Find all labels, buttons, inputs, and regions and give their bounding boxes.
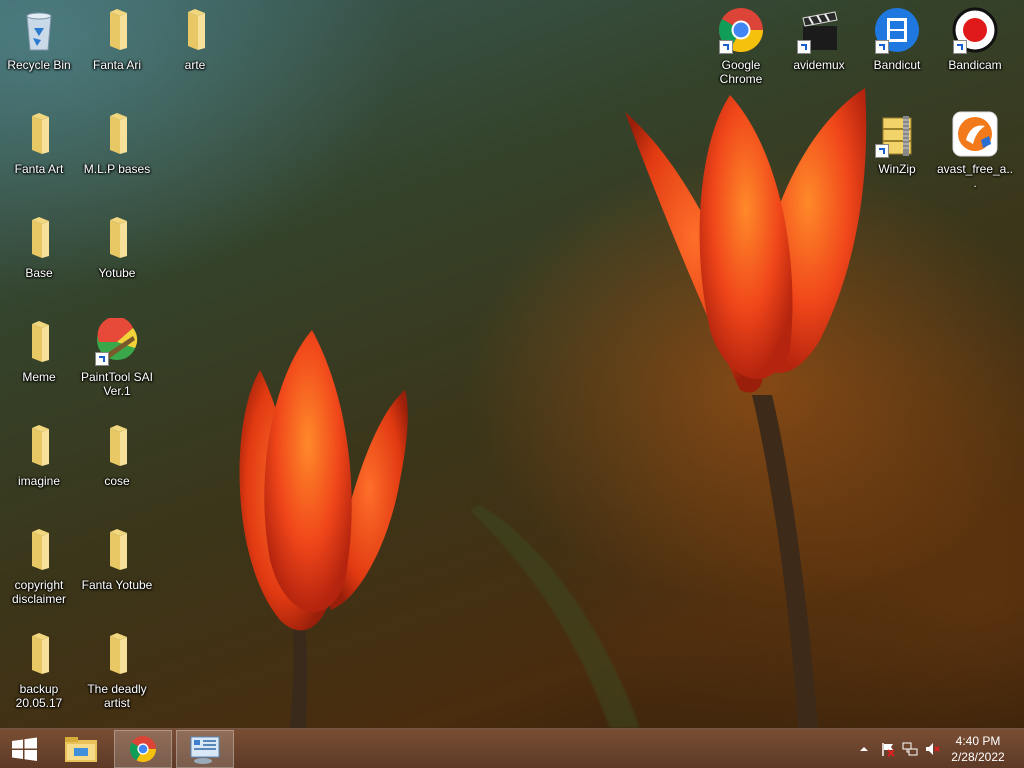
taskbar[interactable]: 4:40 PM 2/28/2022 — [0, 728, 1024, 768]
desktop-icon-bandicut[interactable]: Bandicut — [858, 0, 936, 96]
desktop-icon-label: The deadly artist — [87, 682, 147, 710]
desktop-icon-base[interactable]: Base — [0, 208, 78, 304]
folder-icon — [15, 318, 63, 366]
film-icon — [873, 6, 921, 54]
folder-icon — [171, 6, 219, 54]
desktop-icon-label: M.L.P bases — [83, 162, 151, 176]
clock-time: 4:40 PM — [955, 734, 1001, 748]
desktop-icon-label: avast_free_a... — [936, 162, 1014, 190]
folder-icon — [15, 630, 63, 678]
folder-icon — [15, 422, 63, 470]
folder-icon — [15, 526, 63, 574]
desktop-icon-avidemux[interactable]: avidemux — [780, 0, 858, 96]
folder-icon — [93, 110, 141, 158]
large-tulip — [625, 88, 867, 393]
folder-icon — [93, 526, 141, 574]
network-icon[interactable] — [902, 741, 918, 757]
desktop-icon-painttool-sai[interactable]: PaintTool SAI Ver.1 — [78, 312, 156, 408]
desktop-icon-label: Fanta Ari — [92, 58, 142, 72]
desktop-icon-cose[interactable]: cose — [78, 416, 156, 512]
desktop-icon-backup[interactable]: backup 20.05.17 — [0, 624, 78, 720]
desktop-icon-fanta-yotube[interactable]: Fanta Yotube — [78, 520, 156, 616]
desktop-icon-label: Meme — [22, 370, 56, 384]
desktop-icon-bandicam[interactable]: Bandicam — [936, 0, 1014, 96]
desktop-icon-label: copyright disclaimer — [11, 578, 66, 606]
desktop[interactable]: Recycle Bin Fanta Ari arte Fanta Art M.L… — [0, 0, 1024, 728]
desktop-icon-recycle-bin[interactable]: Recycle Bin — [0, 0, 78, 96]
desktop-icon-winzip[interactable]: WinZip — [858, 104, 936, 200]
shortcut-arrow-icon — [953, 40, 967, 54]
desktop-icon-label: Fanta Art — [14, 162, 64, 176]
desktop-icon-label: PaintTool SAI Ver.1 — [80, 370, 154, 398]
shortcut-arrow-icon — [875, 144, 889, 158]
desktop-icon-label: Yotube — [98, 266, 136, 280]
desktop-icon-fanta-ari[interactable]: Fanta Ari — [78, 0, 156, 96]
chrome-icon — [717, 6, 765, 54]
desktop-icon-label: backup 20.05.17 — [15, 682, 63, 710]
desktop-icon-arte[interactable]: arte — [156, 0, 234, 96]
desktop-icon-label: imagine — [17, 474, 61, 488]
desktop-icon-label: Bandicam — [948, 58, 1002, 72]
file-explorer-icon — [65, 737, 97, 762]
folder-icon — [93, 214, 141, 262]
desktop-icon-label: avidemux — [793, 58, 845, 72]
shortcut-arrow-icon — [719, 40, 733, 54]
desktop-icon-meme[interactable]: Meme — [0, 312, 78, 408]
recycle-bin-icon — [15, 6, 63, 54]
desktop-icon-yotube[interactable]: Yotube — [78, 208, 156, 304]
record-icon — [951, 6, 999, 54]
painttool-sai-icon — [93, 316, 141, 366]
folder-icon — [93, 6, 141, 54]
desktop-icon-label: Bandicut — [873, 58, 921, 72]
folder-icon — [93, 630, 141, 678]
desktop-icon-mlp-bases[interactable]: M.L.P bases — [78, 104, 156, 200]
desktop-icon-google-chrome[interactable]: Google Chrome — [702, 0, 780, 96]
desktop-icon-imagine[interactable]: imagine — [0, 416, 78, 512]
desktop-icon-label: Fanta Yotube — [81, 578, 153, 592]
desktop-icon-the-deadly-artist[interactable]: The deadly artist — [78, 624, 156, 720]
desktop-icon-label: arte — [184, 58, 206, 72]
start-button[interactable] — [0, 730, 48, 768]
desktop-icon-copyright-disclaimer[interactable]: copyright disclaimer — [0, 520, 78, 616]
taskbar-chrome[interactable] — [114, 730, 172, 768]
folder-icon — [15, 110, 63, 158]
desktop-icon-label: Google Chrome — [719, 58, 763, 86]
taskbar-control-panel[interactable] — [176, 730, 234, 768]
chrome-icon — [129, 736, 157, 763]
folder-icon — [15, 214, 63, 262]
avast-icon — [951, 110, 999, 158]
shortcut-arrow-icon — [875, 40, 889, 54]
zip-icon — [873, 110, 921, 158]
control-panel-icon — [190, 736, 220, 764]
desktop-icon-label: WinZip — [878, 162, 916, 176]
shortcut-arrow-icon — [797, 40, 811, 54]
clock[interactable]: 4:40 PM 2/28/2022 — [938, 733, 1018, 765]
desktop-icon-avast[interactable]: avast_free_a... — [936, 104, 1014, 200]
show-hidden-icons-icon[interactable] — [856, 741, 872, 757]
system-tray: 4:40 PM 2/28/2022 — [844, 729, 1024, 768]
clock-date: 2/28/2022 — [951, 750, 1005, 764]
desktop-icon-label: Recycle Bin — [7, 58, 71, 72]
desktop-icon-label: cose — [104, 474, 130, 488]
shortcut-arrow-icon — [95, 352, 109, 366]
windows-logo-icon — [12, 737, 37, 761]
action-center-flag-icon[interactable] — [880, 741, 896, 757]
desktop-icon-fanta-art[interactable]: Fanta Art — [0, 104, 78, 200]
folder-icon — [93, 422, 141, 470]
small-tulip — [239, 330, 408, 631]
clapperboard-icon — [795, 6, 843, 54]
taskbar-file-explorer[interactable] — [58, 730, 104, 768]
desktop-icon-label: Base — [25, 266, 53, 280]
